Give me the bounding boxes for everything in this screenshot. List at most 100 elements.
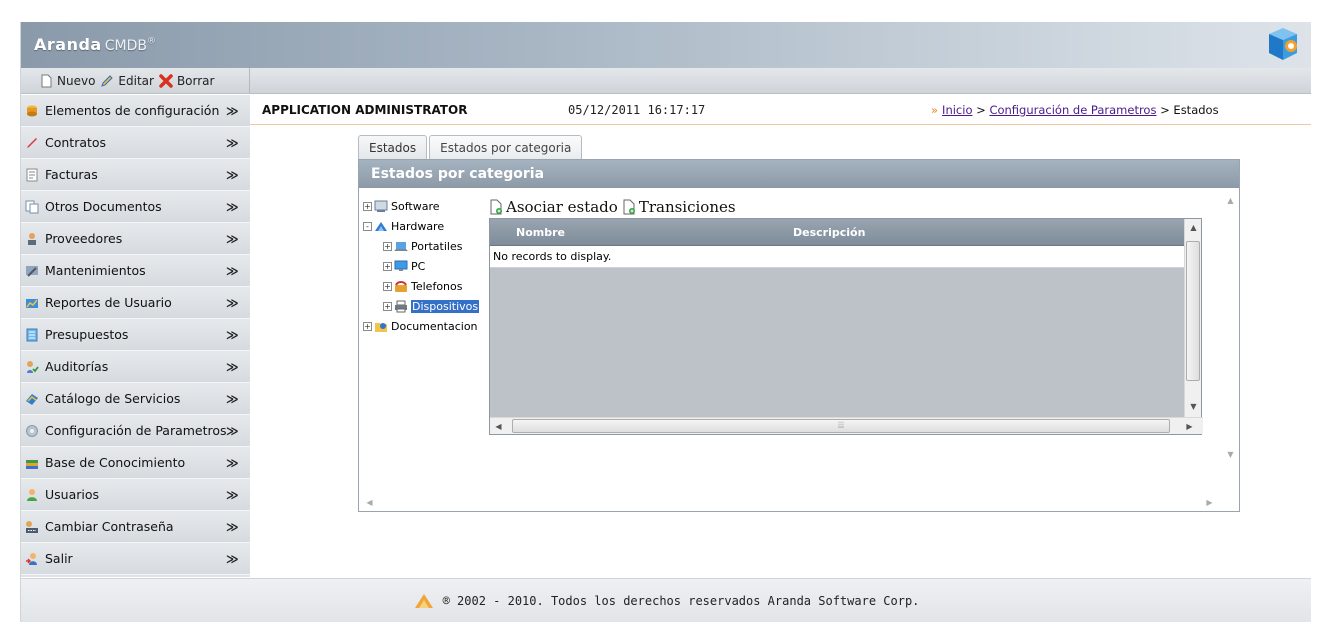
sidebar-item-label: Salir (45, 551, 73, 566)
chevron-down-icon: ≫ (226, 200, 239, 214)
supplier-icon (28, 232, 36, 245)
scroll-up-icon[interactable]: ▲ (1186, 220, 1201, 235)
sidebar-item-cambiar-contrasena[interactable]: Cambiar Contraseña ≫ (21, 511, 250, 543)
chevron-down-icon: ≫ (226, 552, 239, 566)
expand-icon[interactable]: + (383, 301, 392, 311)
expand-icon[interactable]: + (363, 321, 372, 331)
panel-horizontal-scrollbar[interactable]: ◀ ▶ (359, 494, 1224, 511)
sidebar-item-otros-documentos[interactable]: Otros Documentos ≫ (21, 191, 250, 223)
aranda-logo-icon (414, 593, 433, 608)
sidebar-item-label: Facturas (45, 167, 98, 182)
sidebar-item-contratos[interactable]: Contratos ≫ (21, 127, 250, 159)
sidebar: Elementos de configuración ≫ Contratos ≫… (21, 95, 250, 577)
sidebar-item-presupuestos[interactable]: Presupuestos ≫ (21, 319, 250, 351)
add-document-icon (623, 199, 635, 215)
scroll-thumb[interactable]: ⦙⦙⦙ (512, 419, 1170, 433)
sidebar-item-label: Contratos (45, 135, 107, 150)
transitions-button[interactable]: Transiciones (622, 198, 736, 216)
chevron-down-icon: ≫ (226, 104, 239, 118)
tree-node-portatiles[interactable]: + Portatiles (363, 236, 489, 256)
chevron-down-icon: ≫ (226, 360, 239, 374)
scroll-down-icon[interactable]: ▼ (1223, 447, 1238, 462)
collapse-icon[interactable]: - (363, 221, 372, 231)
sidebar-item-salir[interactable]: Salir ≫ (21, 543, 250, 575)
chevron-down-icon: ≫ (226, 264, 239, 278)
expand-icon[interactable]: + (383, 281, 392, 291)
scroll-right-icon[interactable]: ▶ (1182, 419, 1197, 434)
report-icon (26, 298, 38, 308)
sidebar-item-mantenimientos[interactable]: Mantenimientos ≫ (21, 255, 250, 287)
edit-label: Editar (118, 74, 154, 88)
sidebar-item-catalogo[interactable]: Catálogo de Servicios ≫ (21, 383, 250, 415)
expand-icon[interactable]: + (383, 241, 392, 251)
edit-button[interactable]: Editar (100, 74, 154, 88)
info-bar: APPLICATION ADMINISTRATOR 05/12/2011 16:… (250, 95, 1311, 125)
pencil-icon (101, 75, 114, 87)
tab-estados-por-categoria[interactable]: Estados por categoria (429, 135, 583, 159)
cube-logo-icon (1269, 28, 1297, 60)
printer-icon (395, 300, 407, 312)
tree-node-label-selected: Dispositivos (411, 299, 480, 313)
breadcrumb-home-link[interactable]: Inicio (942, 103, 972, 117)
tree-node-dispositivos[interactable]: + Dispositivos (363, 296, 489, 316)
expand-icon[interactable]: + (383, 261, 392, 271)
delete-x-icon (159, 74, 173, 88)
toolbar: Nuevo Editar Borrar (21, 68, 1311, 94)
scroll-left-icon[interactable]: ◀ (362, 495, 377, 510)
sidebar-item-usuarios[interactable]: Usuarios ≫ (21, 479, 250, 511)
hardware-icon (375, 221, 387, 231)
tree-node-label: Telefonos (411, 279, 463, 293)
sidebar-item-configuracion[interactable]: Configuración de Parametros ≫ (21, 415, 250, 447)
panel-title: Estados por categoria (359, 160, 1239, 188)
tree-node-documentacion[interactable]: + Documentacion (363, 316, 489, 336)
panel-vertical-scrollbar[interactable]: ▲ ▼ (1222, 190, 1239, 465)
category-states-panel: Estados por categoria + Software - Hardw… (358, 159, 1240, 512)
sidebar-item-proveedores[interactable]: Proveedores ≫ (21, 223, 250, 255)
add-document-icon (490, 199, 502, 215)
column-header-descripcion[interactable]: Descripción (793, 226, 865, 239)
tree-node-hardware[interactable]: - Hardware (363, 216, 489, 236)
scroll-thumb[interactable] (1186, 241, 1200, 381)
breadcrumb-section-link[interactable]: Configuración de Parametros (989, 103, 1156, 117)
breadcrumb: » Inicio > Configuración de Parametros > … (931, 103, 1219, 117)
delete-button[interactable]: Borrar (159, 74, 214, 88)
associate-state-button[interactable]: Asociar estado (489, 198, 618, 216)
chevron-down-icon: ≫ (226, 328, 239, 342)
column-header-nombre[interactable]: Nombre (516, 226, 565, 239)
sidebar-item-base-conocimiento[interactable]: Base de Conocimiento ≫ (21, 447, 250, 479)
brand-logo: Aranda CMDB® (34, 35, 156, 54)
phone-icon (395, 280, 407, 292)
scroll-right-icon[interactable]: ▶ (1202, 495, 1217, 510)
chevron-down-icon: ≫ (226, 232, 239, 246)
sidebar-item-label: Auditorías (45, 359, 109, 374)
scroll-left-icon[interactable]: ◀ (491, 419, 506, 434)
chevron-down-icon: ≫ (226, 392, 239, 406)
sidebar-item-label: Presupuestos (45, 327, 129, 342)
sidebar-item-facturas[interactable]: Facturas ≫ (21, 159, 250, 191)
database-icon (27, 105, 37, 116)
tree-node-label: Portatiles (411, 239, 463, 253)
users-icon (27, 488, 37, 501)
tab-bar: Estados Estados por categoria (358, 135, 583, 159)
sidebar-item-label: Catálogo de Servicios (45, 391, 181, 406)
new-button[interactable]: Nuevo (39, 74, 95, 88)
grid-vertical-scrollbar[interactable]: ▲ ▼ (1184, 219, 1201, 417)
scroll-up-icon[interactable]: ▲ (1223, 193, 1238, 208)
breadcrumb-separator: > (1160, 102, 1170, 117)
password-icon (26, 520, 38, 533)
sidebar-item-elementos[interactable]: Elementos de configuración ≫ (21, 95, 250, 127)
tree-node-pc[interactable]: + PC (363, 256, 489, 276)
tab-estados[interactable]: Estados (358, 135, 428, 159)
laptop-icon (394, 241, 408, 251)
sidebar-item-reportes[interactable]: Reportes de Usuario ≫ (21, 287, 250, 319)
tree-node-telefonos[interactable]: + Telefonos (363, 276, 489, 296)
scroll-down-icon[interactable]: ▼ (1186, 399, 1201, 414)
states-grid: Nombre Descripción No records to display… (489, 218, 1203, 435)
budget-icon (26, 328, 38, 341)
sidebar-item-auditorias[interactable]: Auditorías ≫ (21, 351, 250, 383)
grid-actions: Asociar estado Transiciones (489, 198, 736, 216)
expand-icon[interactable]: + (363, 201, 372, 211)
tree-node-software[interactable]: + Software (363, 196, 489, 216)
knowledge-icon (26, 459, 38, 469)
grid-horizontal-scrollbar[interactable]: ◀ ⦙⦙⦙ ▶ (490, 417, 1203, 434)
